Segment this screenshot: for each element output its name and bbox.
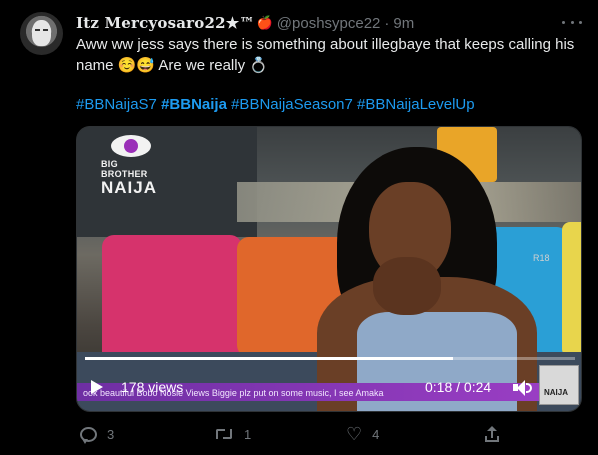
display-name[interactable]: Itz Mercyosaro22★™ <box>76 14 255 32</box>
view-count: 178 views <box>121 379 184 395</box>
video-controls: 178 views 0:18 / 0:24 <box>77 371 581 401</box>
like-count: 4 <box>372 426 380 442</box>
avatar-eye <box>43 29 48 31</box>
hashtag-link[interactable]: #BBNaija <box>161 96 227 113</box>
share-button[interactable] <box>484 424 500 444</box>
video-progress-fill <box>85 357 453 360</box>
user-handle[interactable]: @poshsypce22 <box>277 15 381 32</box>
play-icon[interactable] <box>91 380 103 394</box>
volume-icon[interactable] <box>513 379 535 397</box>
reply-count: 3 <box>107 426 115 442</box>
video-player[interactable]: BIG BROTHER NAIJA R18 ook beautiful Bobo… <box>76 126 582 412</box>
video-progress-bar[interactable] <box>85 357 575 360</box>
eye-icon <box>111 135 151 157</box>
tweet-actions: 3 1 ♡ 4 <box>76 424 506 444</box>
heart-icon: ♡ <box>346 424 363 444</box>
share-icon <box>484 426 500 442</box>
separator-dot: · <box>384 14 390 32</box>
tweet-header: Itz Mercyosaro22★™ 🍎 @poshsypce22 · 9m <box>76 13 414 33</box>
timestamp[interactable]: 9m <box>393 15 414 32</box>
more-options-icon[interactable] <box>562 14 582 30</box>
bbnaija-logo: BIG BROTHER NAIJA <box>101 135 165 197</box>
hashtag-link[interactable]: #BBNaijaSeason7 <box>231 96 353 113</box>
hashtag-link[interactable]: #BBNaijaS7 <box>76 96 157 113</box>
tweet-text: Aww ww jess says there is something abou… <box>76 36 575 74</box>
retweet-icon <box>214 427 234 441</box>
like-button[interactable]: ♡ 4 <box>346 424 379 444</box>
hashtags: #BBNaijaS7 #BBNaija #BBNaijaSeason7 #BBN… <box>76 95 475 115</box>
tweet[interactable]: Itz Mercyosaro22★™ 🍎 @poshsypce22 · 9m A… <box>0 0 598 455</box>
avatar[interactable] <box>20 12 63 55</box>
retweet-button[interactable]: 1 <box>214 424 251 444</box>
reply-icon <box>80 426 97 444</box>
timecode: 0:18 / 0:24 <box>425 379 492 395</box>
avatar-face <box>32 20 51 46</box>
reply-button[interactable]: 3 <box>80 424 114 444</box>
avatar-eye <box>35 29 40 31</box>
rating-badge: R18 <box>533 253 550 263</box>
hashtag-link[interactable]: #BBNaijaLevelUp <box>357 96 475 113</box>
apple-emoji: 🍎 <box>256 15 273 30</box>
retweet-count: 1 <box>244 426 252 442</box>
